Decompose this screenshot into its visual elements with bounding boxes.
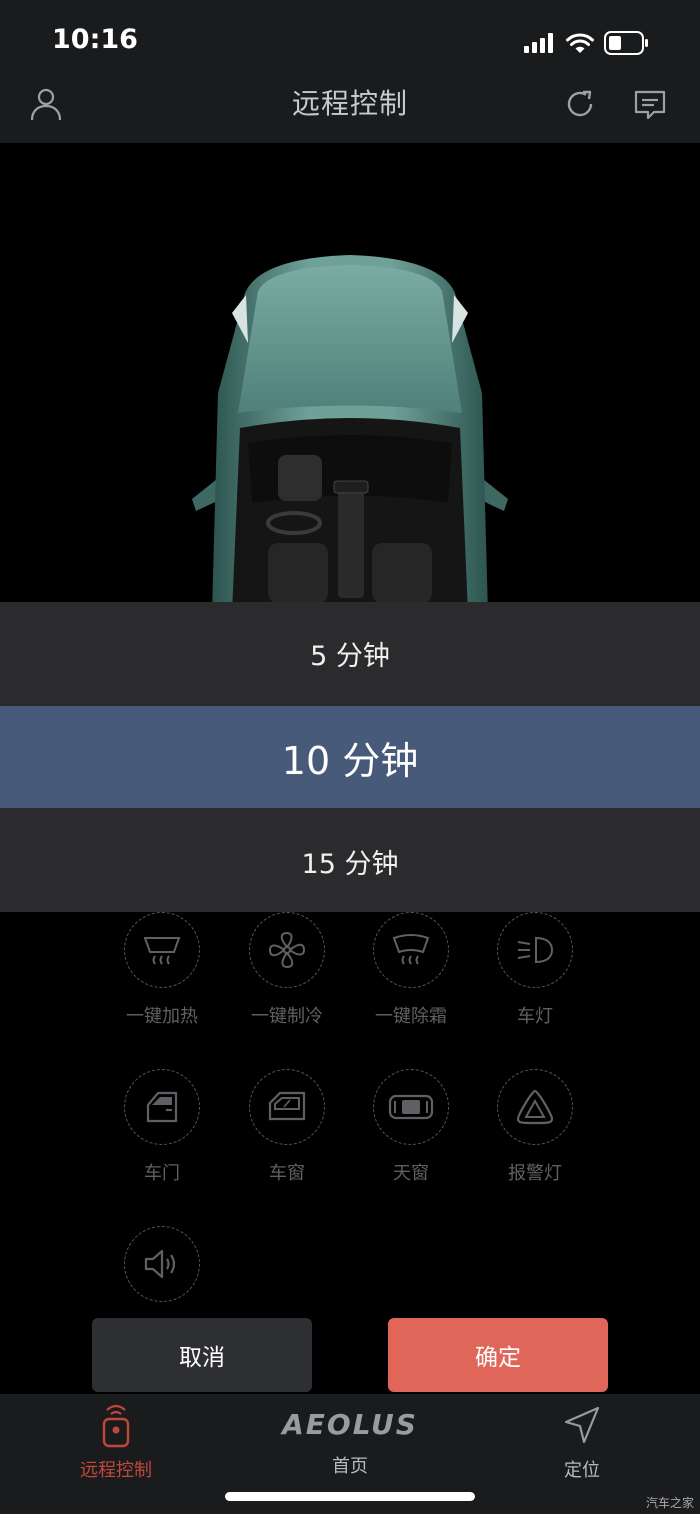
control-label-defrost: 一键除霜 [375,1006,447,1027]
car-view [0,143,700,603]
car-window-icon [249,1069,325,1145]
control-lights[interactable]: 车灯 [473,912,597,1028]
control-heat[interactable]: 一键加热 [100,912,224,1028]
fan-icon [249,912,325,988]
control-cool[interactable]: 一键制冷 [225,912,349,1028]
control-defrost[interactable]: 一键除霜 [349,912,473,1028]
sunroof-icon [373,1069,449,1145]
status-bar: 10:16 [0,0,700,80]
nav-header: 远程控制 [0,80,700,143]
tab-location[interactable]: 定位 [502,1402,662,1482]
speaker-icon [124,1226,200,1302]
battery-icon [604,31,648,55]
control-label-sunroof: 天窗 [393,1163,429,1184]
control-label-windows: 车窗 [269,1163,305,1184]
remote-controls-grid: 一键加热 一键制冷 一键除霜 车灯 车门 车窗 天窗 报警灯 [0,912,700,1312]
defrost-icon [373,912,449,988]
location-arrow-icon [564,1406,600,1444]
cancel-button[interactable]: 取消 [92,1318,312,1392]
duration-picker[interactable]: 5 分钟 10 分钟 15 分钟 [0,602,700,912]
tab-home[interactable]: AEOLUS 首页 [270,1402,430,1478]
message-icon[interactable] [630,84,670,124]
control-hazard[interactable]: 报警灯 [473,1069,597,1185]
control-windows[interactable]: 车窗 [225,1069,349,1185]
tab-label-location: 定位 [564,1460,600,1481]
confirm-button[interactable]: 确定 [388,1318,608,1392]
status-icons [524,30,650,56]
control-label-doors: 车门 [144,1163,180,1184]
control-horn[interactable] [100,1226,224,1302]
tab-label-remote: 远程控制 [80,1460,152,1481]
picker-option-5min[interactable]: 5 分钟 [0,602,700,704]
headlight-icon [497,912,573,988]
wifi-icon [566,33,594,53]
car-top-view-image [192,255,508,603]
picker-option-15min[interactable]: 15 分钟 [0,810,700,912]
status-time: 10:16 [52,24,138,55]
tab-label-home: 首页 [332,1456,368,1477]
watermark: 汽车之家 [645,1496,694,1510]
remote-key-icon [102,1404,130,1448]
cellular-signal-icon [524,33,553,53]
control-sunroof[interactable]: 天窗 [349,1069,473,1185]
tab-remote-control[interactable]: 远程控制 [36,1402,196,1482]
control-label-heat: 一键加热 [126,1006,198,1027]
aeolus-logo: AEOLUS [282,1408,418,1441]
hazard-triangle-icon [497,1069,573,1145]
control-label-hazard: 报警灯 [508,1163,562,1184]
control-label-cool: 一键制冷 [251,1006,323,1027]
control-doors[interactable]: 车门 [100,1069,224,1185]
heat-icon [124,912,200,988]
control-label-lights: 车灯 [517,1006,553,1027]
picker-option-10min-selected[interactable]: 10 分钟 [0,706,700,808]
home-indicator[interactable] [225,1492,475,1501]
car-door-icon [124,1069,200,1145]
refresh-icon[interactable] [560,84,600,124]
